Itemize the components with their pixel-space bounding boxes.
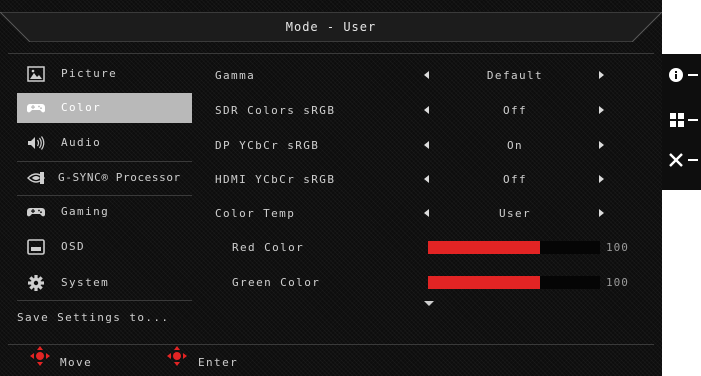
increase-arrow[interactable] [599, 141, 604, 149]
gear-icon [28, 275, 44, 291]
footer-move-label: Move [60, 356, 93, 369]
sidebar-item-label: Gaming [61, 205, 110, 218]
green-color-value: 100 [606, 276, 629, 289]
setting-value-color-temp: User [498, 207, 532, 220]
sidebar-separator [17, 161, 192, 162]
speaker-icon [28, 136, 45, 150]
sidebar-item-label: System [61, 276, 110, 289]
setting-label-green-color: Green Color [232, 276, 321, 289]
gamepad-icon [27, 104, 45, 113]
increase-arrow[interactable] [599, 71, 604, 79]
footer-enter-label: Enter [198, 356, 239, 369]
sidebar-item-gaming[interactable]: Gaming [17, 197, 192, 227]
sidebar-item-osd[interactable]: OSD [17, 232, 192, 262]
info-icon[interactable] [668, 67, 698, 83]
sidebar-item-label: Audio [61, 136, 102, 149]
setting-value-dp-ycbcr-srgb: On [506, 139, 524, 152]
bottom-divider [8, 344, 654, 345]
save-settings-item[interactable]: Save Settings to... [17, 311, 169, 324]
setting-label-gamma: Gamma [215, 69, 256, 82]
increase-arrow[interactable] [599, 175, 604, 183]
osd-screen-icon [27, 239, 45, 255]
nvidia-icon [27, 172, 45, 184]
sidebar-separator [17, 195, 192, 196]
close-icon[interactable] [668, 152, 698, 168]
hotkey-panel [662, 54, 701, 190]
setting-label-hdmi-ycbcr-srgb: HDMI YCbCr sRGB [215, 173, 336, 186]
setting-label-color-temp: Color Temp [215, 207, 296, 220]
menu-title: Mode - User [285, 20, 377, 34]
green-color-slider[interactable] [428, 276, 600, 289]
decrease-arrow[interactable] [424, 175, 429, 183]
sidebar-item-audio[interactable]: Audio [17, 128, 192, 158]
picture-icon [27, 66, 45, 82]
decrease-arrow[interactable] [424, 209, 429, 217]
sidebar-item-system[interactable]: System [17, 268, 192, 298]
decrease-arrow[interactable] [424, 71, 429, 79]
title-bar: Mode - User [0, 12, 662, 42]
increase-arrow[interactable] [599, 209, 604, 217]
sidebar-item-label: G-SYNC® Processor [58, 171, 181, 184]
menu-grid-icon[interactable] [668, 112, 698, 128]
decrease-arrow[interactable] [424, 141, 429, 149]
increase-arrow[interactable] [599, 106, 604, 114]
slider-fill [428, 241, 540, 254]
move-nav-icon [30, 346, 50, 366]
sidebar-separator [17, 300, 192, 301]
enter-nav-icon [167, 346, 187, 366]
decrease-arrow[interactable] [424, 106, 429, 114]
osd-menu: Mode - User Picture Color Audio G-SYNC® … [0, 0, 662, 376]
setting-label-sdr-colors-srgb: SDR Colors sRGB [215, 104, 336, 117]
scroll-down-indicator[interactable] [424, 301, 434, 306]
setting-value-hdmi-ycbcr-srgb: Off [502, 173, 528, 186]
setting-label-dp-ycbcr-srgb: DP YCbCr sRGB [215, 139, 320, 152]
gamepad-icon [27, 208, 45, 217]
setting-label-red-color: Red Color [232, 241, 305, 254]
sidebar-item-label: Picture [61, 67, 118, 80]
red-color-value: 100 [606, 241, 629, 254]
top-divider [8, 53, 654, 54]
sidebar-item-label: OSD [61, 240, 86, 253]
setting-value-sdr-colors-srgb: Off [502, 104, 528, 117]
slider-fill [428, 276, 540, 289]
sidebar-item-g-sync-processor[interactable]: G-SYNC® Processor [17, 163, 192, 193]
red-color-slider[interactable] [428, 241, 600, 254]
setting-value-gamma: Default [486, 69, 544, 82]
sidebar-item-color[interactable]: Color [17, 93, 192, 123]
sidebar-item-picture[interactable]: Picture [17, 59, 192, 89]
sidebar-item-label: Color [61, 101, 102, 114]
